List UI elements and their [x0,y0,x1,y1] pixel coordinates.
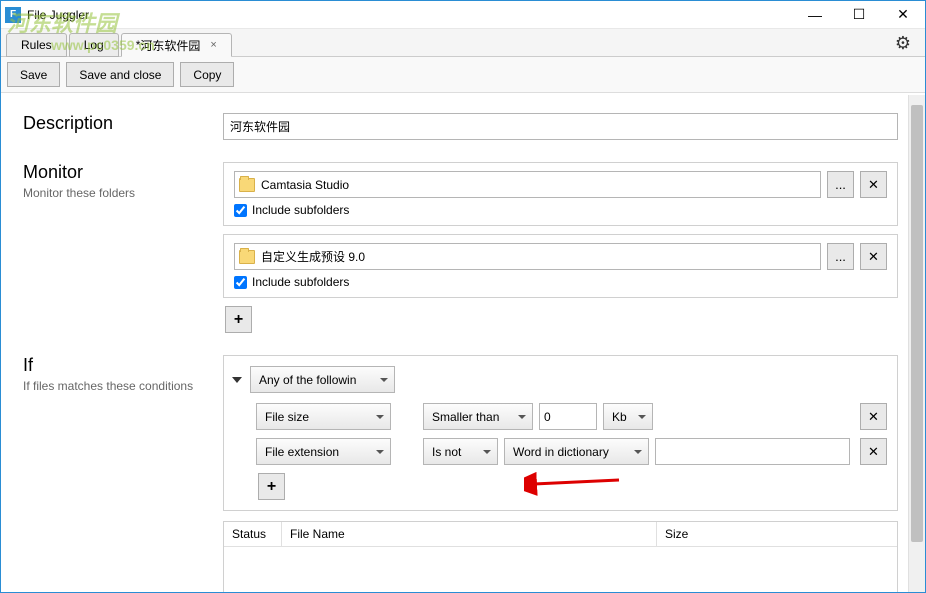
content-scroll-area[interactable]: Description Monitor Monitor these folder… [1,95,908,592]
maximize-button[interactable]: ☐ [837,1,881,29]
folder-browse-button[interactable]: ... [827,243,854,270]
description-section: Description [23,113,898,140]
save-button[interactable]: Save [7,62,60,87]
field-dropdown[interactable]: File extension [256,438,391,465]
tab-active-label: 河东软件园 [140,37,200,54]
scrollbar-thumb[interactable] [911,105,923,542]
preview-table: Status File Name Size [223,521,898,592]
if-section: If If files matches these conditions Any… [23,355,898,592]
operator-dropdown[interactable]: Smaller than [423,403,533,430]
condition-row: File extension Is not Word in dictionary… [256,438,887,465]
value-dropdown[interactable]: Word in dictionary [504,438,649,465]
include-subfolders-checkbox[interactable] [234,204,247,217]
group-mode-label: Any of the followin [259,373,356,387]
app-icon: F [5,7,21,23]
if-subheading: If files matches these conditions [23,379,223,393]
unit-dropdown[interactable]: Kb [603,403,653,430]
text-value-input[interactable] [655,438,850,465]
group-mode-dropdown[interactable]: Any of the followin [250,366,395,393]
tab-log-label: Log [84,38,104,52]
titlebar: F File Juggler — ☐ ✕ [1,1,925,29]
tab-rules-label: Rules [21,38,52,52]
monitor-subheading: Monitor these folders [23,186,223,200]
window-title: File Juggler [27,8,89,22]
folder-panel: 自定义生成预设 9.0 ... ✕ Include subfolders [223,234,898,298]
tab-close-icon[interactable]: × [210,39,216,51]
include-subfolders-label: Include subfolders [252,275,349,289]
add-folder-button[interactable]: + [225,306,252,333]
folder-name: 自定义生成预设 9.0 [261,248,365,265]
column-header-filename[interactable]: File Name [282,522,657,546]
table-body [224,547,897,592]
tab-rules[interactable]: Rules [6,33,67,57]
operator-dropdown[interactable]: Is not [423,438,498,465]
include-subfolders-label: Include subfolders [252,203,349,217]
folder-icon [239,250,255,264]
minimize-button[interactable]: — [793,1,837,29]
toolbar: Save Save and close Copy [1,57,925,93]
tabstrip: Rules Log *河东软件园 × ⚙ [1,29,925,57]
folder-name: Camtasia Studio [261,178,349,192]
copy-button[interactable]: Copy [180,62,234,87]
column-header-status[interactable]: Status [224,522,282,546]
save-and-close-button[interactable]: Save and close [66,62,174,87]
close-button[interactable]: ✕ [881,1,925,29]
folder-remove-button[interactable]: ✕ [860,171,887,198]
gear-icon[interactable]: ⚙ [895,33,911,56]
if-heading: If [23,355,223,376]
collapse-triangle-icon[interactable] [232,377,242,383]
include-subfolders-check[interactable]: Include subfolders [234,275,887,289]
add-condition-button[interactable]: + [258,473,285,500]
column-header-size[interactable]: Size [657,522,897,546]
description-heading: Description [23,113,223,134]
field-dropdown[interactable]: File size [256,403,391,430]
remove-condition-button[interactable]: ✕ [860,403,887,430]
conditions-panel: Any of the followin File size Smaller th… [223,355,898,511]
include-subfolders-check[interactable]: Include subfolders [234,203,887,217]
folder-remove-button[interactable]: ✕ [860,243,887,270]
monitor-heading: Monitor [23,162,223,183]
description-input[interactable] [223,113,898,140]
folder-input[interactable]: Camtasia Studio [234,171,821,198]
folder-input[interactable]: 自定义生成预设 9.0 [234,243,821,270]
tab-active-rule[interactable]: *河东软件园 × [121,33,232,57]
monitor-section: Monitor Monitor these folders Camtasia S… [23,162,898,333]
folder-icon [239,178,255,192]
folder-browse-button[interactable]: ... [827,171,854,198]
value-input[interactable] [539,403,597,430]
folder-panel: Camtasia Studio ... ✕ Include subfolders [223,162,898,226]
remove-condition-button[interactable]: ✕ [860,438,887,465]
include-subfolders-checkbox[interactable] [234,276,247,289]
vertical-scrollbar[interactable] [908,95,925,592]
condition-row: File size Smaller than Kb ✕ [256,403,887,430]
tab-log[interactable]: Log [69,33,119,57]
